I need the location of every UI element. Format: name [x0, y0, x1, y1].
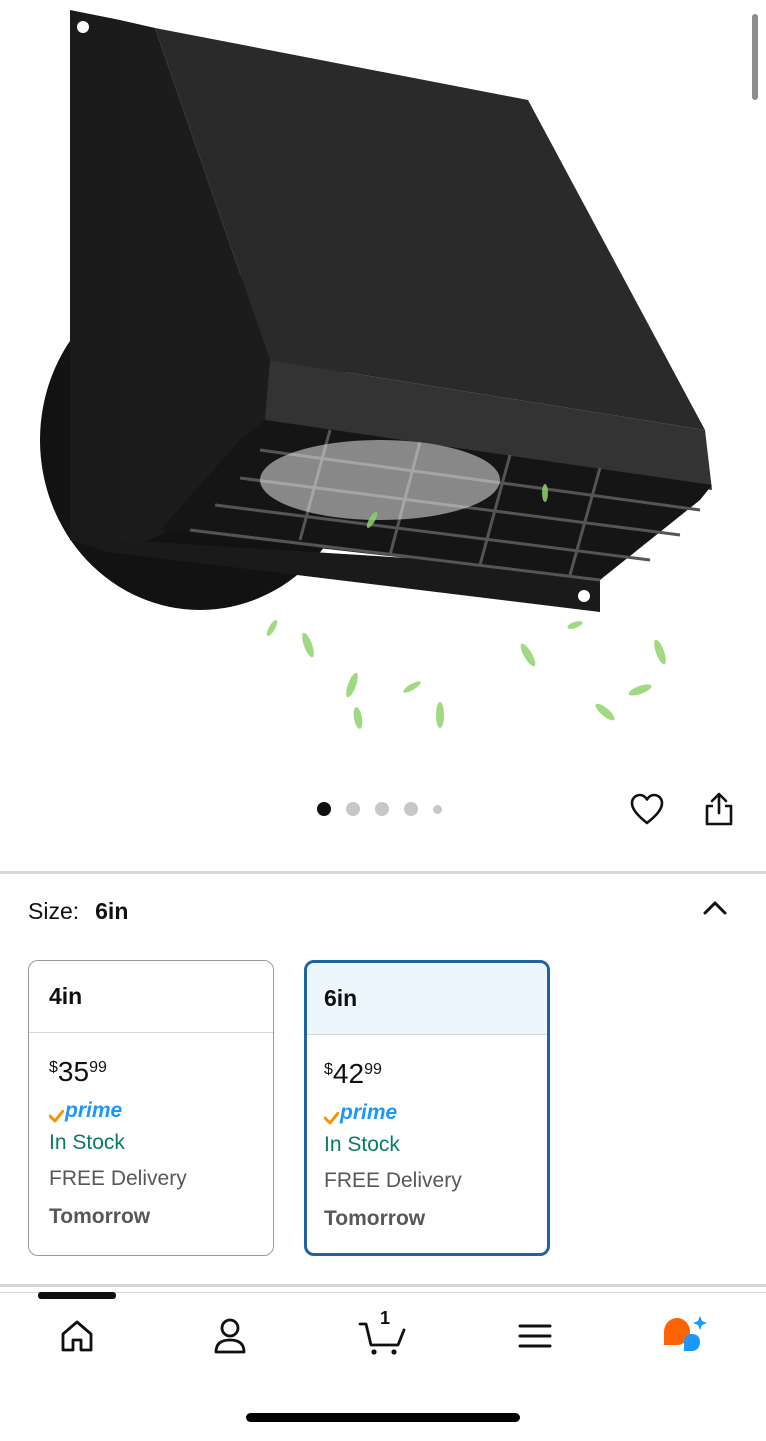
- cart-count: 1: [379, 1308, 390, 1328]
- option-price: $35 99: [49, 1056, 107, 1087]
- share-icon: [705, 792, 733, 826]
- menu-icon: [518, 1324, 552, 1348]
- section-divider: [0, 1284, 766, 1287]
- assistant-icon: [664, 1316, 707, 1351]
- carousel-dot[interactable]: [317, 802, 331, 816]
- wishlist-button[interactable]: [624, 786, 670, 832]
- delivery-text: FREE Delivery: [49, 1167, 187, 1190]
- nav-menu[interactable]: [513, 1314, 557, 1358]
- carousel-dot[interactable]: [404, 802, 418, 816]
- delivery-day: Tomorrow: [324, 1207, 426, 1230]
- size-selector-header: Size: 6in: [28, 898, 128, 925]
- option-price: $42 99: [324, 1058, 382, 1089]
- image-carousel-dots[interactable]: [317, 802, 442, 816]
- chevron-up-icon: [703, 901, 727, 915]
- scroll-indicator[interactable]: [752, 14, 758, 100]
- prime-check-icon: [324, 1112, 339, 1125]
- carousel-dot[interactable]: [433, 804, 442, 814]
- prime-badge: prime: [49, 1097, 253, 1123]
- prime-badge: prime: [324, 1099, 527, 1125]
- delivery-text: FREE Delivery: [324, 1169, 462, 1192]
- size-label: Size:: [28, 898, 80, 924]
- collapse-size-button[interactable]: [700, 893, 730, 923]
- share-button[interactable]: [696, 786, 742, 832]
- size-option-4in[interactable]: 4in $35 99 prime In Stock FREE Delivery T…: [28, 960, 274, 1256]
- account-icon: [214, 1318, 246, 1354]
- stock-status: In Stock: [49, 1131, 125, 1154]
- option-name: 6in: [307, 963, 547, 1035]
- heart-icon: [630, 793, 664, 825]
- home-indicator: [246, 1413, 520, 1422]
- product-image[interactable]: [0, 0, 766, 770]
- home-icon: [61, 1320, 93, 1352]
- carousel-dot[interactable]: [375, 802, 389, 816]
- size-option-6in[interactable]: 6in $42 99 prime In Stock FREE Delivery T…: [304, 960, 550, 1256]
- nav-home[interactable]: [55, 1314, 99, 1358]
- selected-size: 6in: [95, 898, 129, 924]
- prime-check-icon: [49, 1110, 64, 1123]
- nav-active-indicator: [38, 1292, 116, 1299]
- stock-status: In Stock: [324, 1133, 400, 1156]
- section-divider: [0, 871, 766, 874]
- delivery-day: Tomorrow: [49, 1205, 151, 1228]
- option-name: 4in: [29, 961, 273, 1033]
- carousel-dot[interactable]: [346, 802, 360, 816]
- nav-assistant[interactable]: [660, 1314, 710, 1358]
- nav-cart[interactable]: 1: [358, 1308, 410, 1358]
- nav-account[interactable]: [208, 1314, 252, 1358]
